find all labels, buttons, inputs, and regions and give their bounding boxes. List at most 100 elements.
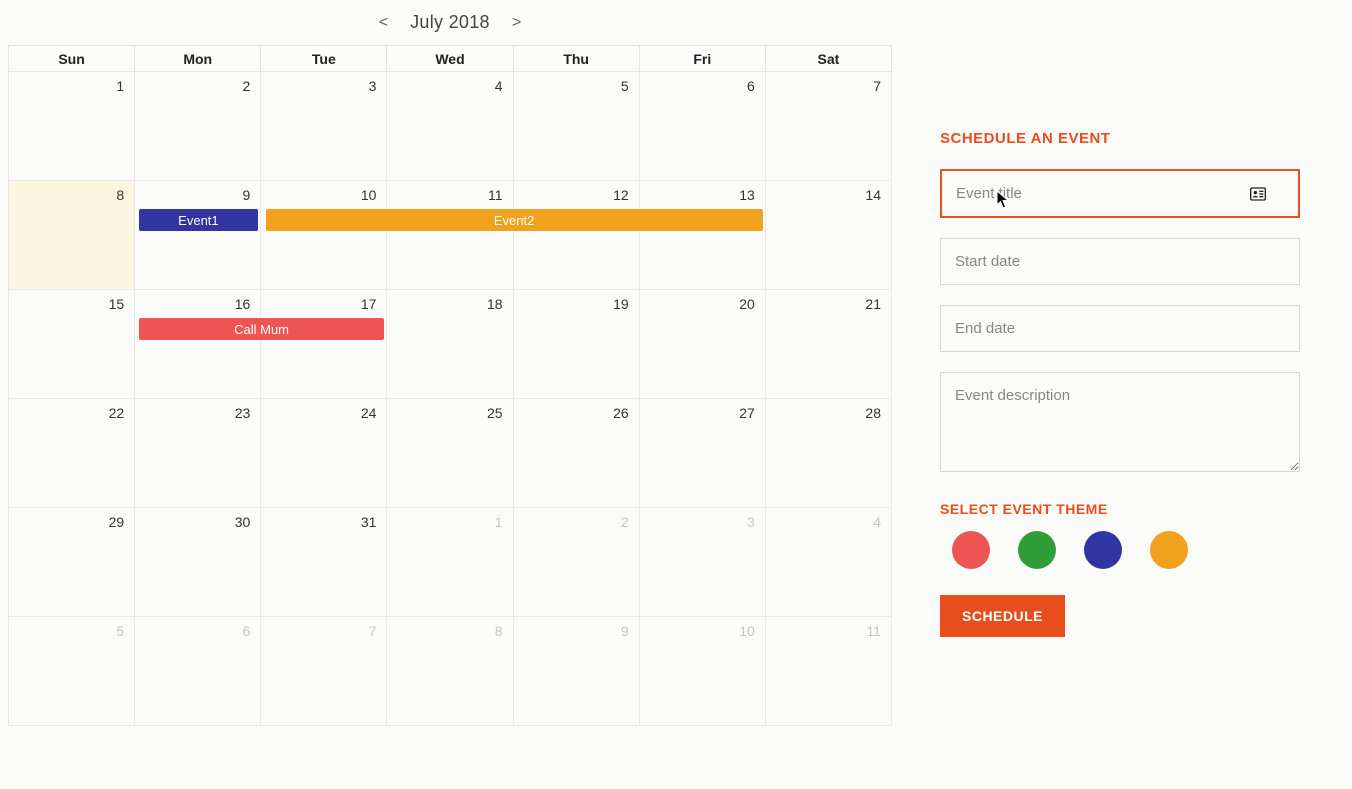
weekday-header: Tue	[261, 46, 387, 72]
calendar-day-cell[interactable]: 13	[640, 181, 766, 290]
calendar-day-cell[interactable]: 8	[387, 617, 513, 726]
calendar-day-cell[interactable]: 27	[640, 399, 766, 508]
day-number: 28	[865, 405, 881, 421]
calendar-event[interactable]: Call Mum	[139, 318, 384, 340]
event-description-field	[940, 372, 1280, 477]
day-number: 6	[242, 623, 250, 639]
calendar-day-cell[interactable]: 1	[387, 508, 513, 617]
month-navigation: < July 2018 >	[0, 6, 900, 45]
calendar-day-cell[interactable]: 28	[766, 399, 892, 508]
calendar-day-cell[interactable]: 12	[514, 181, 640, 290]
day-number: 30	[235, 514, 251, 530]
calendar-day-cell[interactable]: 9	[135, 181, 261, 290]
theme-swatch[interactable]	[1018, 531, 1056, 569]
day-number: 3	[369, 78, 377, 94]
day-number: 7	[873, 78, 881, 94]
day-number: 21	[865, 296, 881, 312]
start-date-input[interactable]	[940, 238, 1300, 285]
calendar-day-cell[interactable]: 6	[640, 72, 766, 181]
calendar-day-cell[interactable]: 11	[766, 617, 892, 726]
weekday-header: Mon	[135, 46, 261, 72]
theme-swatch[interactable]	[1150, 531, 1188, 569]
calendar-day-cell[interactable]: 30	[135, 508, 261, 617]
weekday-header: Fri	[640, 46, 766, 72]
calendar-day-cell[interactable]: 6	[135, 617, 261, 726]
calendar-day-cell[interactable]: 2	[514, 508, 640, 617]
calendar-day-cell[interactable]: 4	[766, 508, 892, 617]
day-number: 3	[747, 514, 755, 530]
calendar-day-cell[interactable]: 5	[514, 72, 640, 181]
theme-swatches	[940, 531, 1280, 569]
calendar-day-cell[interactable]: 8	[9, 181, 135, 290]
theme-swatch[interactable]	[952, 531, 990, 569]
calendar-day-cell[interactable]: 25	[387, 399, 513, 508]
calendar-day-cell[interactable]: 7	[766, 72, 892, 181]
calendar-week-row: 29 30 31 12 3 4	[9, 508, 892, 617]
day-number: 13	[739, 187, 755, 203]
day-number: 31	[361, 514, 377, 530]
next-month-button[interactable]: >	[512, 14, 521, 32]
event-description-input[interactable]	[940, 372, 1300, 472]
calendar-day-cell[interactable]: 17	[261, 290, 387, 399]
event-title-input[interactable]	[940, 169, 1300, 218]
day-number: 29	[109, 514, 125, 530]
calendar-day-cell[interactable]: 16	[135, 290, 261, 399]
calendar-week-row: 15 16 17 18 19 20 21 Call Mum	[9, 290, 892, 399]
schedule-button[interactable]: SCHEDULE	[940, 595, 1065, 637]
calendar-event[interactable]: Event1	[139, 209, 257, 231]
calendar-day-cell[interactable]: 1	[9, 72, 135, 181]
calendar-day-cell[interactable]: 9	[514, 617, 640, 726]
contact-card-icon	[1250, 187, 1266, 201]
calendar-day-cell[interactable]: 14	[766, 181, 892, 290]
calendar-day-cell[interactable]: 15	[9, 290, 135, 399]
day-number: 24	[361, 405, 377, 421]
month-label: July 2018	[410, 12, 490, 33]
weekday-header: Thu	[514, 46, 640, 72]
calendar-day-cell[interactable]: 5	[9, 617, 135, 726]
calendar-day-cell[interactable]: 20	[640, 290, 766, 399]
calendar-day-cell[interactable]: 4	[387, 72, 513, 181]
day-number: 17	[361, 296, 377, 312]
calendar-day-cell[interactable]: 7	[261, 617, 387, 726]
calendar-day-cell[interactable]: 10	[261, 181, 387, 290]
calendar-event-label: Event2	[494, 213, 534, 228]
calendar-day-cell[interactable]: 10	[640, 617, 766, 726]
theme-swatch[interactable]	[1084, 531, 1122, 569]
calendar-day-cell[interactable]: 29	[9, 508, 135, 617]
prev-month-button[interactable]: <	[379, 14, 388, 32]
day-number: 9	[242, 187, 250, 203]
calendar-day-cell[interactable]: 11	[387, 181, 513, 290]
day-number: 4	[873, 514, 881, 530]
calendar-day-cell[interactable]: 3	[261, 72, 387, 181]
end-date-field	[940, 305, 1280, 352]
day-number: 5	[116, 623, 124, 639]
calendar-day-cell[interactable]: 19	[514, 290, 640, 399]
day-number: 23	[235, 405, 251, 421]
day-number: 20	[739, 296, 755, 312]
weekday-header: Sat	[766, 46, 892, 72]
calendar-day-cell[interactable]: 22	[9, 399, 135, 508]
calendar-day-cell[interactable]: 23	[135, 399, 261, 508]
day-number: 1	[495, 514, 503, 530]
form-title: SCHEDULE AN EVENT	[940, 130, 1280, 147]
calendar-day-cell[interactable]: 3	[640, 508, 766, 617]
day-number: 18	[487, 296, 503, 312]
calendar-day-cell[interactable]: 18	[387, 290, 513, 399]
end-date-input[interactable]	[940, 305, 1300, 352]
day-number: 12	[613, 187, 629, 203]
calendar-event[interactable]: Event2	[266, 209, 763, 231]
day-number: 9	[621, 623, 629, 639]
calendar-day-cell[interactable]: 26	[514, 399, 640, 508]
day-number: 2	[242, 78, 250, 94]
calendar-day-cell[interactable]: 21	[766, 290, 892, 399]
calendar-week-row: 5 6 78 9 1011	[9, 617, 892, 726]
theme-section-title: SELECT EVENT THEME	[940, 501, 1280, 517]
day-number: 15	[109, 296, 125, 312]
calendar-day-cell[interactable]: 31	[261, 508, 387, 617]
calendar-day-cell[interactable]: 24	[261, 399, 387, 508]
day-number: 5	[621, 78, 629, 94]
weekday-header: Sun	[9, 46, 135, 72]
day-number: 8	[116, 187, 124, 203]
day-number: 7	[369, 623, 377, 639]
calendar-day-cell[interactable]: 2	[135, 72, 261, 181]
